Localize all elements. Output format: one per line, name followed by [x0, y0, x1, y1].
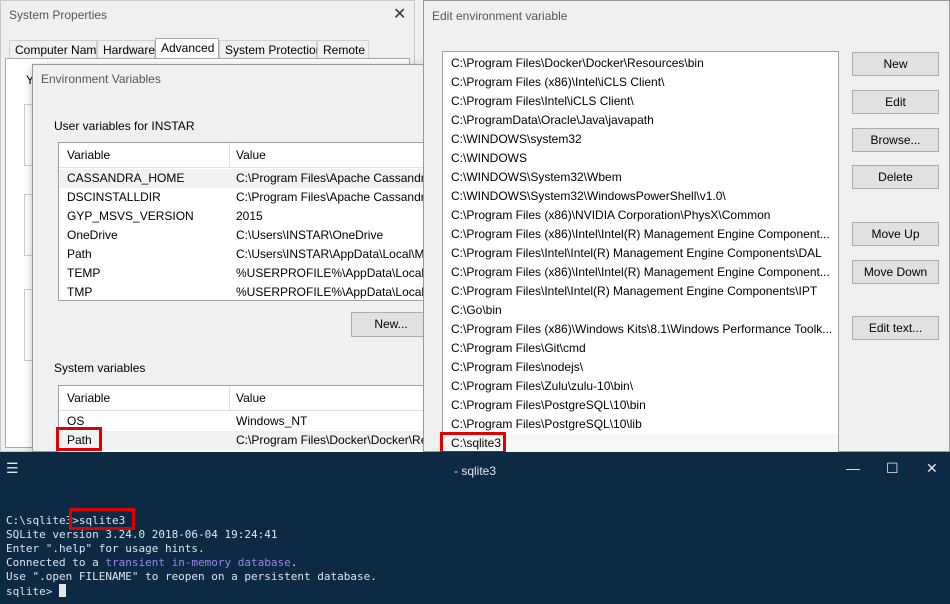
window-title: System Properties	[9, 8, 108, 22]
variable-value: Windows_NT	[236, 414, 308, 428]
list-item[interactable]: C:\Program Files\PostgreSQL\10\bin	[443, 396, 838, 415]
variable-value: %USERPROFILE%\AppData\Local\T	[236, 285, 430, 299]
sqlite-prompt-line[interactable]: sqlite>	[6, 584, 66, 598]
column-variable[interactable]: Variable	[67, 391, 110, 405]
user-variables-list[interactable]: Variable Value CASSANDRA_HOME C:\Program…	[58, 142, 430, 301]
table-row[interactable]: CASSANDRA_HOME C:\Program Files\Apache C…	[59, 169, 429, 188]
list-item[interactable]: C:\Program Files\Intel\Intel(R) Manageme…	[443, 244, 838, 263]
sqlite3-path-highlight-box	[440, 432, 506, 454]
user-variables-label: User variables for INSTAR	[54, 119, 195, 133]
table-row[interactable]: TMP %USERPROFILE%\AppData\Local\T	[59, 283, 430, 300]
edit-button[interactable]: Edit	[852, 90, 939, 114]
list-item[interactable]: C:\Program Files (x86)\NVIDIA Corporatio…	[443, 206, 838, 225]
column-value[interactable]: Value	[236, 391, 266, 405]
list-item[interactable]: C:\WINDOWS	[443, 149, 838, 168]
maximize-icon[interactable]: ☐	[886, 460, 899, 477]
list-header: Variable Value	[59, 386, 429, 411]
list-item[interactable]: C:\Program Files\Zulu\zulu-10\bin\	[443, 377, 838, 396]
tab-system-protection[interactable]: System Protection	[219, 40, 322, 58]
table-row[interactable]: Path C:\Program Files\Docker\Docker\Re	[59, 431, 429, 450]
shell-prompt: C:\sqlite3>	[6, 514, 79, 527]
edit-text-button[interactable]: Edit text...	[852, 316, 939, 340]
transient-db-text: transient in-memory database	[105, 556, 291, 569]
move-up-button[interactable]: Move Up	[852, 222, 939, 246]
column-divider	[229, 386, 230, 410]
system-variables-label: System variables	[54, 361, 146, 375]
list-item[interactable]: C:\Program Files (x86)\Intel\iCLS Client…	[443, 73, 838, 92]
list-item[interactable]: C:\WINDOWS\System32\Wbem	[443, 168, 838, 187]
edit-environment-variable-dialog: Edit environment variable C:\Program Fil…	[423, 0, 950, 455]
variable-value: C:\Program Files\Docker\Docker\Re	[236, 433, 428, 447]
reopen-line: Use ".open FILENAME" to reopen on a pers…	[6, 570, 377, 583]
list-item[interactable]: C:\Program Files\Intel\iCLS Client\	[443, 92, 838, 111]
variable-name: DSCINSTALLDIR	[67, 190, 161, 204]
variable-name: OS	[67, 414, 85, 428]
sqlite-prompt: sqlite>	[6, 585, 59, 598]
variable-value: 2015	[236, 209, 263, 223]
variable-value: C:\Program Files\Apache Cassandra	[236, 171, 430, 185]
table-row[interactable]: Path C:\Users\INSTAR\AppData\Local\M	[59, 245, 429, 264]
tab-hardware[interactable]: Hardware	[97, 40, 155, 58]
minimize-icon[interactable]: —	[846, 460, 860, 476]
variable-value: %USERPROFILE%\AppData\Local\T	[236, 266, 430, 280]
tab-computer-name[interactable]: Computer Name	[9, 40, 103, 58]
variable-name: TMP	[67, 285, 93, 299]
tab-advanced[interactable]: Advanced	[155, 38, 219, 59]
list-item[interactable]: C:\Program Files (x86)\Intel\Intel(R) Ma…	[443, 263, 838, 282]
dialog-title: Environment Variables	[41, 72, 161, 86]
table-row[interactable]: DSCINSTALLDIR C:\Program Files\Apache Ca…	[59, 188, 429, 207]
variable-name: GYP_MSVS_VERSION	[67, 209, 194, 223]
path-list[interactable]: C:\Program Files\Docker\Docker\Resources…	[442, 51, 839, 455]
variable-name: CASSANDRA_HOME	[67, 171, 185, 185]
text-cursor	[58, 584, 66, 597]
table-row[interactable]: TEMP %USERPROFILE%\AppData\Local\T	[59, 264, 429, 283]
list-item[interactable]: C:\WINDOWS\System32\WindowsPowerShell\v1…	[443, 187, 838, 206]
browse-button[interactable]: Browse...	[852, 128, 939, 152]
path-highlight-box	[56, 427, 102, 451]
help-line: Enter ".help" for usage hints.	[6, 542, 205, 555]
column-variable[interactable]: Variable	[67, 148, 110, 162]
close-icon[interactable]: ✕	[926, 460, 938, 477]
variable-name: OneDrive	[67, 228, 118, 242]
terminal-window[interactable]: ☰ - sqlite3 — ☐ ✕ C:\sqlite3>sqlite3 SQL…	[0, 452, 950, 604]
list-item[interactable]: C:\Program Files (x86)\Windows Kits\8.1\…	[443, 320, 838, 339]
table-row[interactable]: OneDrive C:\Users\INSTAR\OneDrive	[59, 226, 429, 245]
variable-name: Path	[67, 247, 92, 261]
user-new-button[interactable]: New...	[351, 312, 431, 337]
new-button[interactable]: New	[852, 52, 939, 76]
variable-value: C:\Users\INSTAR\AppData\Local\M	[236, 247, 425, 261]
list-item[interactable]: C:\Program Files (x86)\Intel\Intel(R) Ma…	[443, 225, 838, 244]
delete-button[interactable]: Delete	[852, 165, 939, 189]
column-divider	[229, 143, 230, 167]
move-down-button[interactable]: Move Down	[852, 260, 939, 284]
tab-remote[interactable]: Remote	[317, 40, 369, 58]
table-row[interactable]: GYP_MSVS_VERSION 2015	[59, 207, 429, 226]
table-row[interactable]: OS Windows_NT	[59, 412, 429, 431]
dialog-title: Edit environment variable	[432, 9, 568, 23]
list-item[interactable]: C:\Program Files\Intel\Intel(R) Manageme…	[443, 282, 838, 301]
system-variables-list[interactable]: Variable Value OS Windows_NT Path C:\Pro…	[58, 385, 430, 455]
list-item[interactable]: C:\Go\bin	[443, 301, 838, 320]
terminal-title: - sqlite3	[453, 464, 497, 478]
column-value[interactable]: Value	[236, 148, 266, 162]
list-item[interactable]: C:\ProgramData\Oracle\Java\javapath	[443, 111, 838, 130]
close-icon[interactable]: ✕	[393, 4, 406, 24]
variable-value: C:\Program Files\Apache Cassandra	[236, 190, 430, 204]
version-line: SQLite version 3.24.0 2018-06-04 19:24:4…	[6, 528, 278, 541]
list-item[interactable]: C:\Program Files\Git\cmd	[443, 339, 838, 358]
environment-variables-dialog: Environment Variables User variables for…	[32, 64, 431, 455]
command-highlight-box	[69, 508, 135, 530]
list-item[interactable]: C:\WINDOWS\system32	[443, 130, 838, 149]
list-item[interactable]: C:\Program Files\Docker\Docker\Resources…	[443, 54, 838, 73]
variable-name: TEMP	[67, 266, 101, 280]
list-header: Variable Value	[59, 143, 429, 168]
variable-value: C:\Users\INSTAR\OneDrive	[236, 228, 384, 242]
list-item[interactable]: C:\Program Files\nodejs\	[443, 358, 838, 377]
connected-line: Connected to a transient in-memory datab…	[6, 556, 298, 569]
